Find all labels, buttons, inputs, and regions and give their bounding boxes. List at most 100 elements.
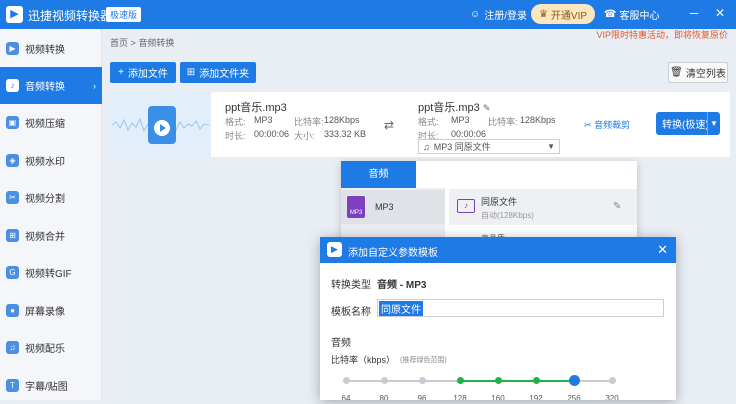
breadcrumb: 首页 > 音频转换 <box>110 36 174 49</box>
source-bitrate: 128Kbps <box>324 115 360 125</box>
add-folder-label: 添加文件夹 <box>199 69 250 80</box>
sidebar-item-label: 视频转GIF <box>25 269 72 280</box>
login-button[interactable]: ☺ 注册/登录 <box>470 7 527 22</box>
audio-thumbnail <box>110 92 211 157</box>
convert-arrows-icon: ⇄ <box>384 118 395 132</box>
bitrate-slider-recommended <box>460 380 574 382</box>
promo-notice[interactable]: VIP限时特惠活动，即将恢复原价 <box>596 28 728 41</box>
caret-down-icon[interactable]: ▼ <box>707 112 720 135</box>
breadcrumb-home[interactable]: 首页 <box>110 38 128 48</box>
source-duration-label: 时长: <box>225 131 246 141</box>
preset-subtitle: 自动(128Kbps) <box>481 211 534 220</box>
user-icon: ☺ <box>470 9 481 20</box>
plus-icon: + <box>118 67 124 78</box>
bitrate-slider-stop[interactable] <box>495 377 502 384</box>
music-note-icon: ♪ <box>457 199 475 213</box>
convert-button[interactable]: 转换(极速) ▼ <box>656 112 720 135</box>
sidebar-item-label: 字幕/贴图 <box>25 382 68 393</box>
sidebar-item-video-music[interactable]: ♫ 视频配乐 <box>0 329 102 366</box>
sidebar: ▶ 视频转换 ♪ 音频转换 › ▣ 视频压缩 ◈ 视频水印 ✂ 视频分割 ⊞ 视… <box>0 29 102 400</box>
bitrate-slider-stop[interactable] <box>533 377 540 384</box>
sidebar-item-label: 视频合并 <box>25 232 65 243</box>
bitrate-slider-stop[interactable] <box>609 377 616 384</box>
service-button[interactable]: ☎ 客服中心 <box>604 7 659 22</box>
add-file-label: 添加文件 <box>127 69 168 80</box>
template-name-value: 同原文件 <box>379 300 423 316</box>
name-label: 模板名称 <box>331 307 371 318</box>
sidebar-item-label: 视频分割 <box>25 194 65 205</box>
close-icon[interactable]: ✕ <box>712 5 728 21</box>
login-label: 注册/登录 <box>484 11 527 22</box>
audio-clip-label: 音频裁剪 <box>594 120 631 130</box>
preset-item-original[interactable]: ♪ 同原文件 自动(128Kbps) ✎ <box>449 189 637 225</box>
section-audio: 音频 <box>331 338 351 349</box>
video-split-icon: ✂ <box>6 191 19 204</box>
type-label: 转换类型 <box>331 280 371 291</box>
minimize-icon[interactable]: ─ <box>686 5 702 21</box>
bitrate-slider-stop[interactable] <box>343 377 350 384</box>
sidebar-item-label: 视频配乐 <box>25 344 65 355</box>
sidebar-item-label: 视频转换 <box>25 45 65 56</box>
chevron-right-icon: › <box>93 80 96 91</box>
bitrate-slider-stop[interactable] <box>381 377 388 384</box>
bitrate-slider-thumb[interactable] <box>569 375 580 386</box>
sidebar-item-screen-record[interactable]: ● 屏幕录像 <box>0 292 102 329</box>
target-file-name-text: ppt音乐.mp3 <box>418 102 480 114</box>
format-list: MP3 MP3 <box>341 188 445 241</box>
tab-audio[interactable]: 音频 <box>341 161 416 188</box>
output-format-select[interactable]: ♫ MP3 同原文件 ▼ <box>418 139 560 154</box>
sidebar-item-video-compress[interactable]: ▣ 视频压缩 <box>0 104 102 141</box>
file-row[interactable]: ppt音乐.mp3 格式: MP3 比特率: 128Kbps 时长: 00:00… <box>110 92 730 157</box>
bitrate-slider-stop[interactable] <box>419 377 426 384</box>
target-bitrate-label: 比特率: <box>488 117 518 127</box>
add-file-button[interactable]: + 添加文件 <box>110 62 176 83</box>
source-format-label: 格式: <box>225 117 246 127</box>
caret-down-icon: ▼ <box>547 142 555 151</box>
headset-icon: ☎ <box>604 9 617 20</box>
clear-list-label: 清空列表 <box>685 69 726 80</box>
dialog-header: ▶ 添加自定义参数模板 ✕ <box>320 237 676 263</box>
app-logo-icon: ▶ <box>327 242 342 257</box>
crown-icon: ♛ <box>538 8 548 20</box>
bitrate-tick-label: 64 <box>341 394 351 400</box>
sidebar-item-subtitle[interactable]: T 字幕/贴图 <box>0 367 102 404</box>
bitrate-tick-label: 256 <box>567 394 581 400</box>
convert-label: 转换(极速) <box>662 120 709 131</box>
target-bitrate: 128Kbps <box>520 115 556 125</box>
edit-pencil-icon[interactable]: ✎ <box>483 103 491 113</box>
music-icon: ♫ <box>423 141 430 152</box>
sidebar-item-video-gif[interactable]: G 视频转GIF <box>0 254 102 291</box>
breadcrumb-separator: > <box>130 38 136 48</box>
video-gif-icon: G <box>6 266 19 279</box>
target-file-name[interactable]: ppt音乐.mp3 ✎ <box>418 99 490 115</box>
sidebar-item-label: 视频压缩 <box>25 119 65 130</box>
vip-label: 开通VIP <box>550 10 588 22</box>
add-folder-button[interactable]: ⊞ 添加文件夹 <box>180 62 256 83</box>
sidebar-item-audio-convert[interactable]: ♪ 音频转换 › <box>0 67 102 104</box>
bitrate-tick-label: 192 <box>529 394 543 400</box>
bitrate-tick-label: 128 <box>453 394 467 400</box>
format-item-mp3[interactable]: MP3 MP3 <box>341 190 445 224</box>
app-title: 迅捷视频转换器 <box>28 9 113 23</box>
sidebar-item-video-split[interactable]: ✂ 视频分割 <box>0 179 102 216</box>
music-note-icon <box>148 106 176 144</box>
sidebar-item-video-watermark[interactable]: ◈ 视频水印 <box>0 142 102 179</box>
clear-list-button[interactable]: 🗑 清空列表 <box>668 62 728 83</box>
format-item-label: MP3 <box>375 202 394 212</box>
bitrate-tick-label: 96 <box>417 394 427 400</box>
close-icon[interactable]: ✕ <box>657 242 668 258</box>
service-label: 客服中心 <box>619 11 660 22</box>
sidebar-item-video-merge[interactable]: ⊞ 视频合并 <box>0 217 102 254</box>
bitrate-slider-stop[interactable] <box>457 377 464 384</box>
template-name-input[interactable]: 同原文件 <box>377 299 664 317</box>
target-format-label: 格式: <box>418 117 439 127</box>
audio-convert-icon: ♪ <box>6 79 19 92</box>
vip-button[interactable]: ♛ 开通VIP <box>531 4 595 24</box>
mp3-file-icon: MP3 <box>347 196 365 218</box>
format-panel: 音频 MP3 MP3 ♪ 同原文件 自动(128Kbps) ✎ 高品质 <box>341 161 637 243</box>
dialog-title: 添加自定义参数模板 <box>348 248 438 259</box>
audio-clip-button[interactable]: ✂ 音频裁剪 <box>584 118 630 131</box>
screen-record-icon: ● <box>6 304 19 317</box>
edit-icon[interactable]: ✎ <box>613 201 621 212</box>
sidebar-item-video-convert[interactable]: ▶ 视频转换 <box>0 30 102 67</box>
